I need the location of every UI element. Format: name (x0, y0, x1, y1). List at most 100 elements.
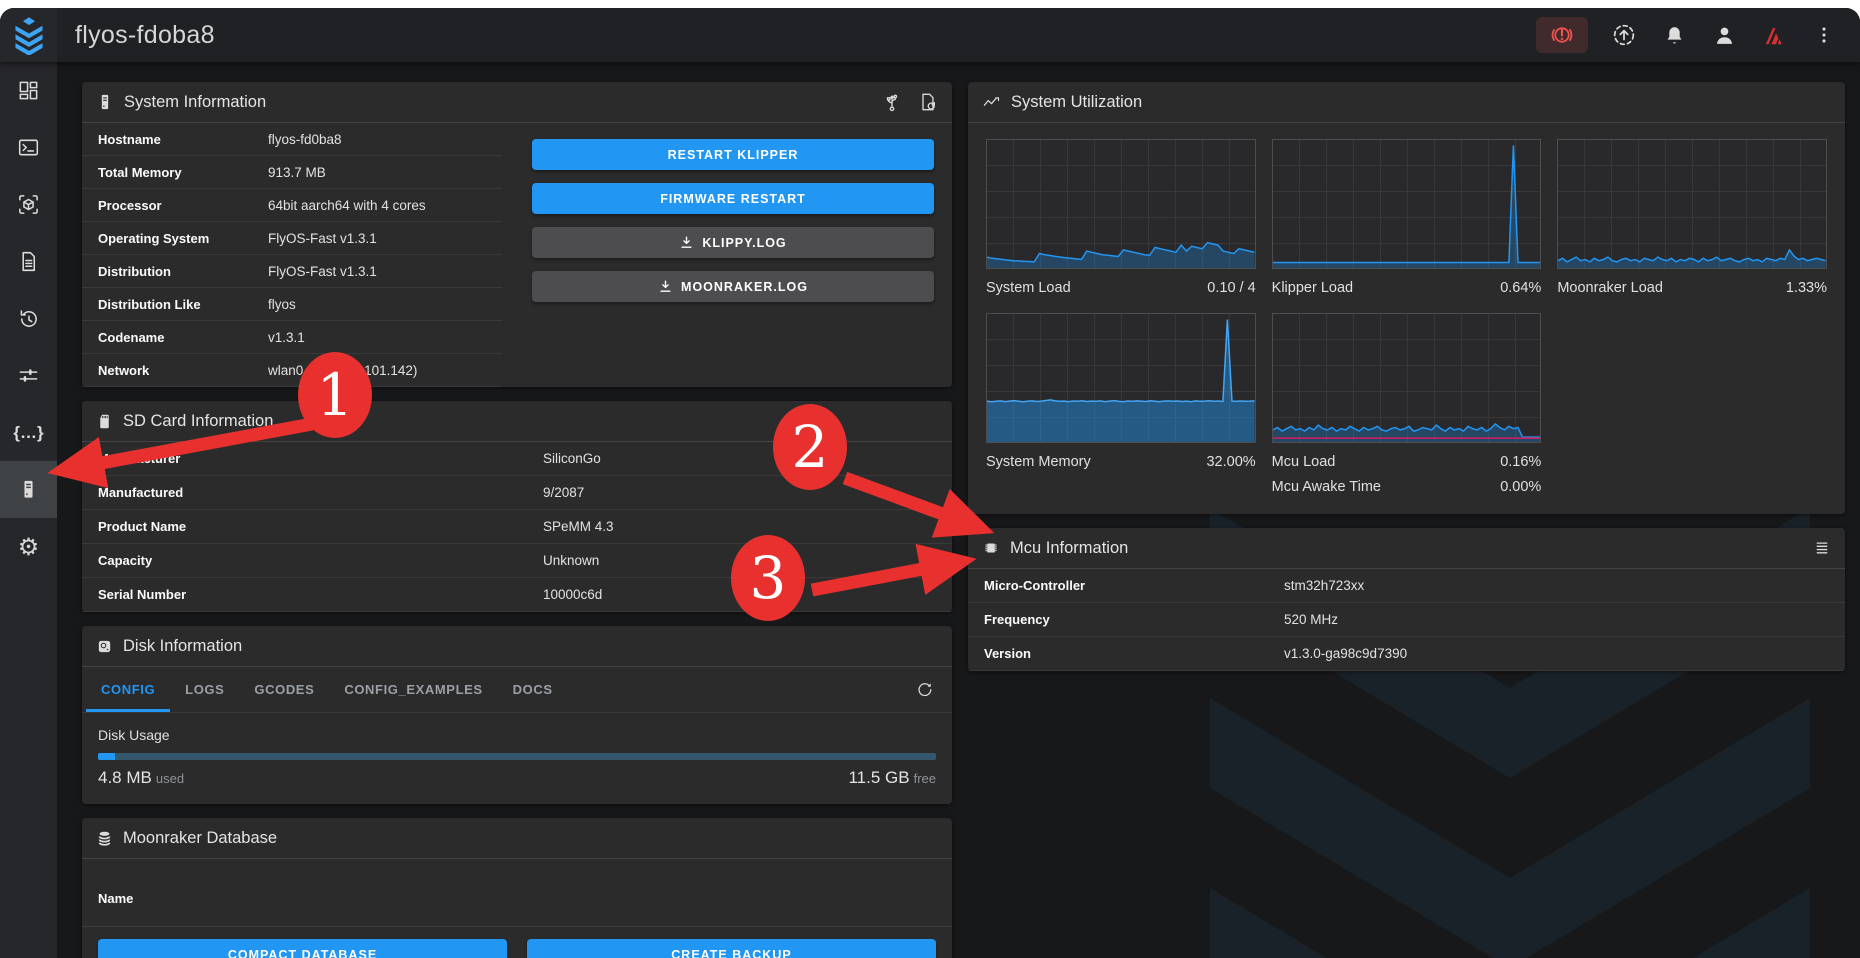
download-icon (658, 279, 673, 294)
chart-cell-moonraker-load: Moonraker Load 1.33% (1557, 139, 1827, 299)
tab-config-examples[interactable]: CONFIG_EXAMPLES (329, 667, 497, 712)
usb-icon[interactable] (882, 92, 902, 112)
table-row: Capacity Unknown (82, 544, 952, 578)
klipper-load-chart (1272, 139, 1542, 269)
tune-icon (17, 364, 40, 387)
tab-logs[interactable]: LOGS (170, 667, 239, 712)
chart-cell-klipper-load: Klipper Load 0.64% (1272, 139, 1542, 299)
compact-database-button[interactable]: COMPACT DATABASE (98, 939, 507, 958)
chip-icon (982, 539, 1000, 557)
button-label: KLIPPY.LOG (702, 236, 786, 250)
button-label: MOONRAKER.LOG (681, 280, 808, 294)
table-row: Manufactured 9/2087 (82, 476, 952, 510)
preview-icon (17, 193, 40, 216)
row-value: flyos (268, 297, 296, 312)
chart-cell-mcu-load: Mcu Load 0.16% Mcu Awake Time 0.00% (1272, 313, 1542, 498)
button-label: COMPACT DATABASE (228, 948, 377, 958)
settings-gear-icon: ⚙ (18, 535, 40, 559)
row-label: Hostname (98, 132, 268, 147)
table-row: Operating System FlyOS-Fast v1.3.1 (82, 222, 502, 255)
firmware-restart-button[interactable]: FIRMWARE RESTART (532, 183, 934, 214)
chart-value: 0.10 / 4 (1207, 277, 1255, 299)
disk-used-value: 4.8 MBused (98, 768, 184, 788)
panel-title: System Utilization (1011, 93, 1142, 112)
log-rollover-icon[interactable] (918, 92, 938, 112)
table-row: Manufacturer SiliconGo (82, 442, 952, 476)
flyos-logo-icon[interactable] (0, 8, 57, 62)
create-backup-button[interactable]: CREATE BACKUP (527, 939, 936, 958)
column-header-name: Name (98, 891, 936, 906)
sd-card-header: SD Card Information (82, 401, 952, 442)
content-area: System Information (57, 62, 1860, 958)
chart-label: Moonraker Load (1557, 277, 1663, 299)
restart-klipper-button[interactable]: RESTART KLIPPER (532, 139, 934, 170)
row-label: Distribution (98, 264, 268, 279)
sidebar-item-machine[interactable] (0, 461, 57, 518)
sd-card-information-panel: SD Card Information Manufacturer Silicon… (82, 401, 952, 612)
row-value: v1.3.1 (268, 330, 305, 345)
moonraker-load-chart (1557, 139, 1827, 269)
table-row: Distribution Like flyos (82, 288, 502, 321)
row-value: flyos-fd0ba8 (268, 132, 342, 147)
chart-pulse-icon (982, 93, 1001, 112)
sidebar-nav: {…} ⚙ (0, 62, 57, 958)
sidebar-item-dashboard[interactable] (0, 62, 57, 119)
disk-usage-fill (98, 753, 115, 760)
sidebar-item-gcode-files[interactable] (0, 233, 57, 290)
emergency-stop-button[interactable] (1536, 17, 1588, 53)
row-value: SPeMM 4.3 (543, 519, 614, 534)
panel-title: Mcu Information (1010, 539, 1128, 558)
panel-title: Disk Information (123, 637, 242, 656)
table-row: Frequency 520 MHz (968, 603, 1845, 637)
sidebar-item-settings[interactable]: ⚙ (0, 518, 57, 575)
sidebar-item-tune[interactable] (0, 347, 57, 404)
moonraker-database-header: Moonraker Database (82, 818, 952, 859)
mcu-information-panel: Mcu Information Micro-Controller (968, 528, 1845, 671)
table-row: Serial Number 10000c6d (82, 578, 952, 612)
account-icon[interactable] (1710, 21, 1738, 49)
notifications-bell-icon[interactable] (1660, 21, 1688, 49)
chart-label: Klipper Load (1272, 277, 1353, 299)
disk-usage-block: Disk Usage 4.8 MBused 11.5 GBfree (82, 713, 952, 804)
chart-cell-system-memory: System Memory 32.00% (986, 313, 1256, 498)
klippy-log-button[interactable]: KLIPPY.LOG (532, 227, 934, 258)
row-label: Micro-Controller (984, 578, 1284, 593)
table-row: Hostname flyos-fd0ba8 (82, 123, 502, 156)
disk-information-panel: Disk Information CONFIG LOGS GCODES CONF… (82, 626, 952, 804)
row-value: 64bit aarch64 with 4 cores (268, 198, 426, 213)
table-row: Network wlan0 (192.168.101.142) (82, 354, 502, 387)
row-label: Operating System (98, 231, 268, 246)
tab-gcodes[interactable]: GCODES (239, 667, 329, 712)
update-icon[interactable] (1610, 21, 1638, 49)
brand-logo-icon[interactable] (1760, 21, 1788, 49)
tab-config[interactable]: CONFIG (86, 667, 170, 712)
row-value: 520 MHz (1284, 612, 1338, 627)
mcu-load-chart (1272, 313, 1542, 443)
panel-title: Moonraker Database (123, 829, 277, 848)
gcode-files-icon (17, 250, 40, 273)
refresh-icon[interactable] (915, 667, 948, 712)
sidebar-item-console[interactable] (0, 119, 57, 176)
console-icon (17, 136, 40, 159)
kebab-menu-icon[interactable] (1810, 21, 1838, 49)
row-label: Total Memory (98, 165, 268, 180)
row-value: SiliconGo (543, 451, 601, 466)
harddisk-icon (96, 638, 113, 655)
row-label: Capacity (98, 553, 543, 568)
tabs-spacer (568, 667, 915, 712)
chart-label: System Load (986, 277, 1071, 299)
disk-usage-label: Disk Usage (98, 727, 936, 743)
list-menu-icon[interactable] (1813, 539, 1831, 557)
sidebar-item-macros[interactable]: {…} (0, 404, 57, 461)
sidebar-item-history[interactable] (0, 290, 57, 347)
chart-cell-system-load: System Load 0.10 / 4 (986, 139, 1256, 299)
chart-label: System Memory (986, 451, 1091, 473)
panel-title: SD Card Information (123, 412, 273, 431)
macros-icon: {…} (13, 423, 43, 443)
sidebar-item-preview[interactable] (0, 176, 57, 233)
database-icon (96, 830, 113, 847)
row-label: Distribution Like (98, 297, 268, 312)
tab-docs[interactable]: DOCS (498, 667, 568, 712)
moonraker-log-button[interactable]: MOONRAKER.LOG (532, 271, 934, 302)
button-label: CREATE BACKUP (671, 948, 791, 958)
